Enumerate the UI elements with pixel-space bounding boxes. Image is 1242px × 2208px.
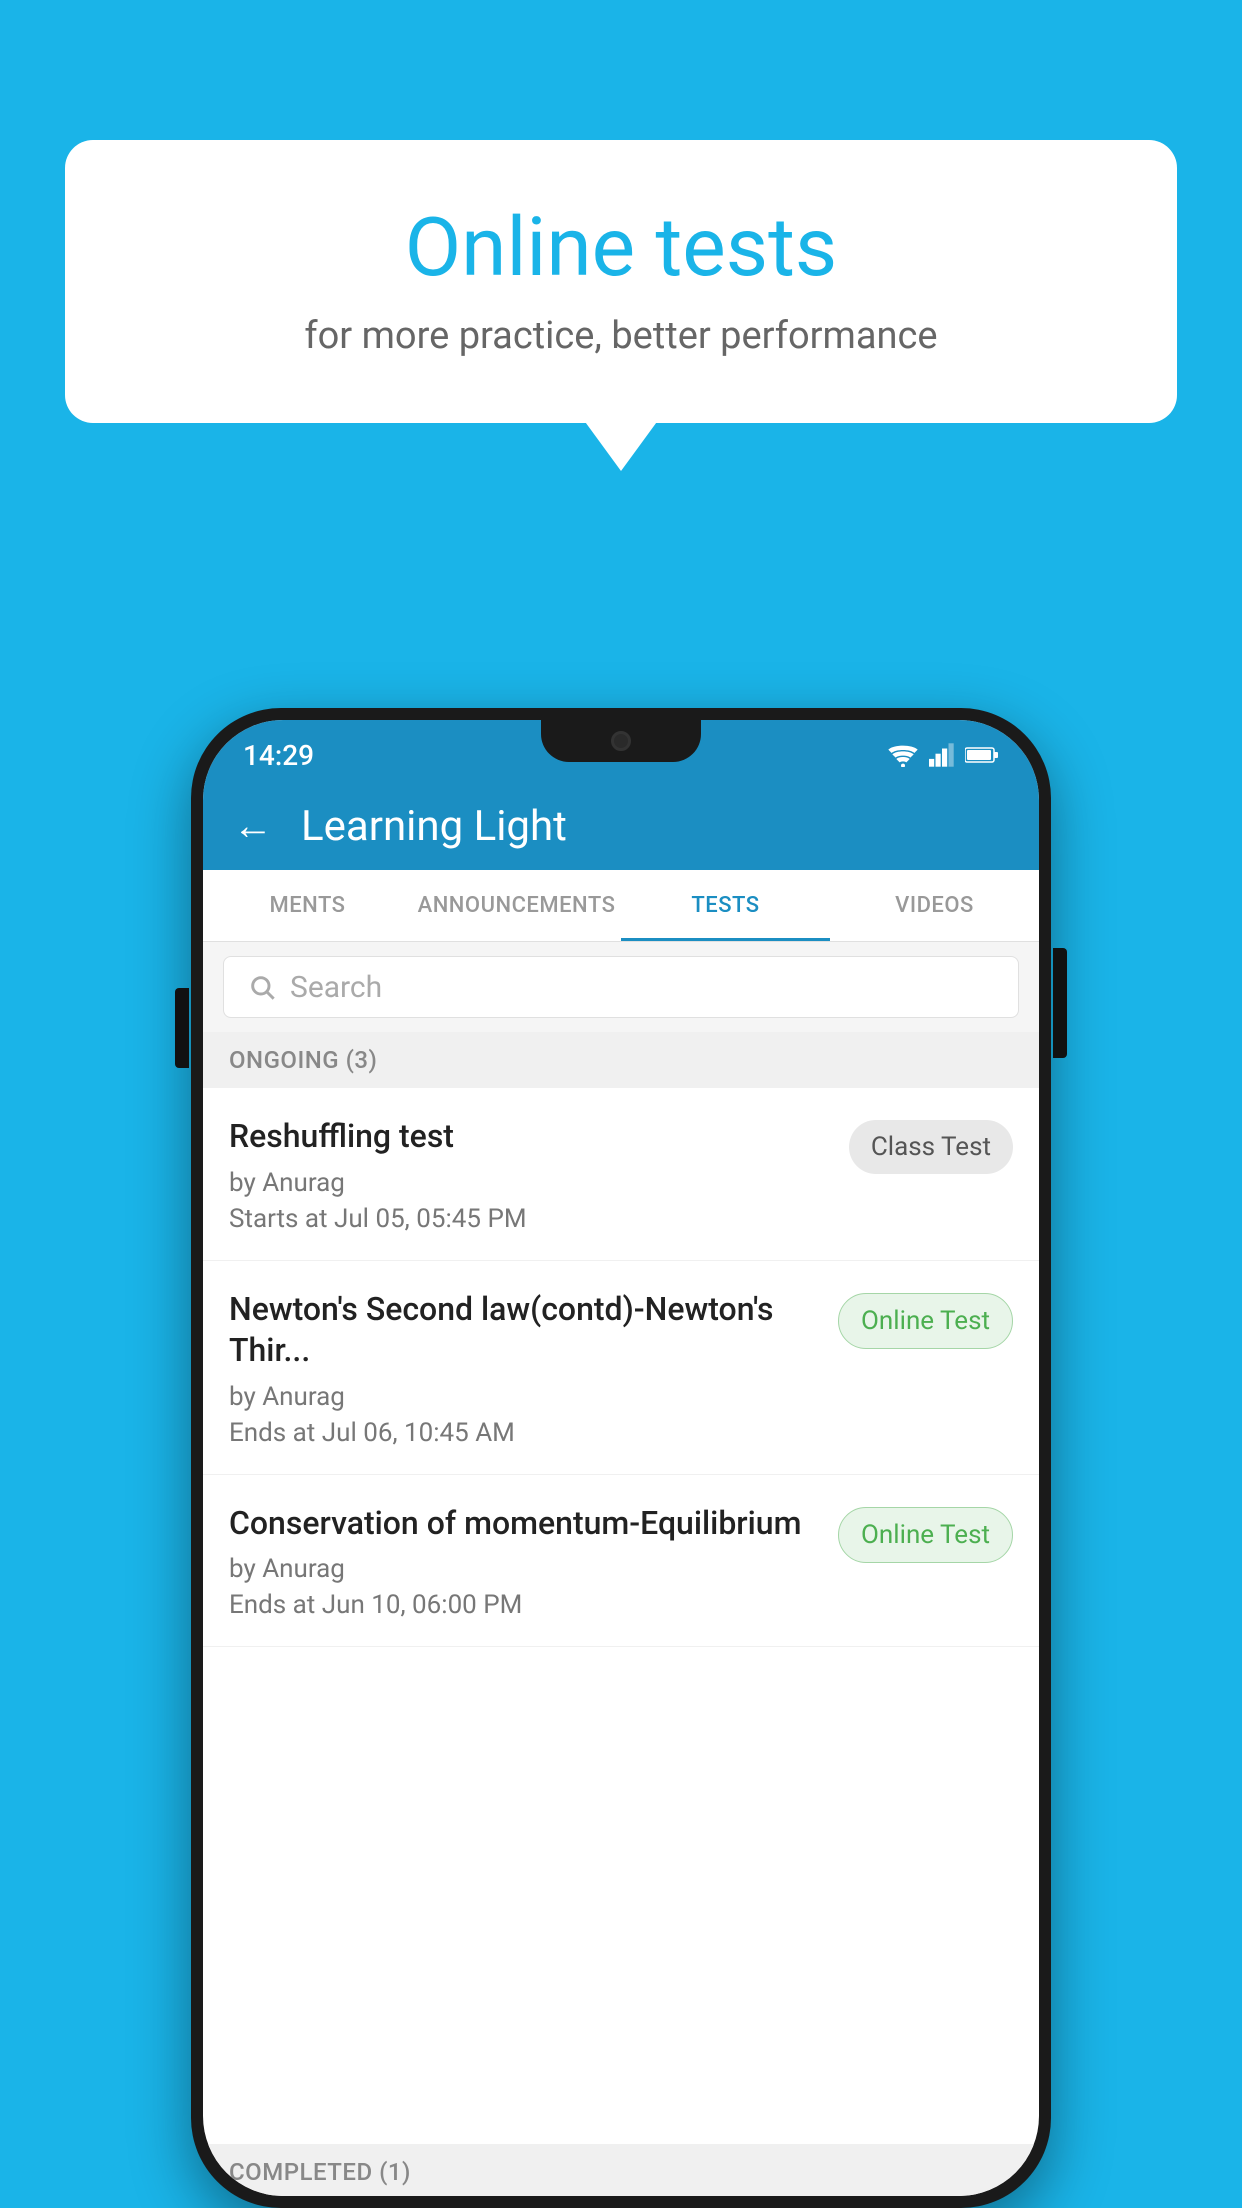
test-list: Reshuffling test by Anurag Starts at Jul… (203, 1088, 1039, 1647)
section-completed-title: COMPLETED (1) (229, 2158, 411, 2186)
phone-frame: 14:29 (191, 708, 1051, 2208)
speech-bubble: Online tests for more practice, better p… (65, 140, 1177, 423)
test-time-2: Ends at Jul 06, 10:45 AM (229, 1418, 818, 1448)
section-ongoing-header: ONGOING (3) (203, 1032, 1039, 1088)
test-info-1: Reshuffling test by Anurag Starts at Jul… (229, 1116, 849, 1234)
badge-online-test-2: Online Test (838, 1293, 1013, 1349)
battery-icon (965, 745, 999, 765)
test-name-2: Newton's Second law(contd)-Newton's Thir… (229, 1289, 818, 1372)
test-item-2[interactable]: Newton's Second law(contd)-Newton's Thir… (203, 1261, 1039, 1475)
test-info-3: Conservation of momentum-Equilibrium by … (229, 1503, 838, 1621)
tabs-bar: MENTS ANNOUNCEMENTS TESTS VIDEOS (203, 870, 1039, 942)
test-name-1: Reshuffling test (229, 1116, 829, 1158)
app-title: Learning Light (301, 802, 567, 851)
search-bar[interactable]: Search (223, 956, 1019, 1018)
tab-videos[interactable]: VIDEOS (830, 870, 1039, 941)
search-icon (248, 973, 276, 1001)
bubble-title: Online tests (145, 200, 1097, 296)
test-by-3: by Anurag (229, 1554, 818, 1584)
test-time-3: Ends at Jun 10, 06:00 PM (229, 1590, 818, 1620)
section-ongoing-title: ONGOING (3) (229, 1046, 377, 1074)
search-placeholder: Search (290, 970, 382, 1005)
test-item-3[interactable]: Conservation of momentum-Equilibrium by … (203, 1475, 1039, 1648)
bubble-subtitle: for more practice, better performance (145, 314, 1097, 358)
speech-bubble-container: Online tests for more practice, better p… (65, 140, 1177, 423)
tab-ments[interactable]: MENTS (203, 870, 412, 941)
test-name-3: Conservation of momentum-Equilibrium (229, 1503, 818, 1545)
test-info-2: Newton's Second law(contd)-Newton's Thir… (229, 1289, 838, 1448)
tab-announcements[interactable]: ANNOUNCEMENTS (412, 870, 621, 941)
test-by-1: by Anurag (229, 1168, 829, 1198)
test-by-2: by Anurag (229, 1382, 818, 1412)
wifi-icon (887, 743, 919, 767)
phone-inner: 14:29 (203, 720, 1039, 2196)
status-icons (887, 743, 999, 767)
phone-notch (541, 720, 701, 762)
phone-outer: 14:29 (191, 708, 1051, 2208)
section-completed-header: COMPLETED (1) (203, 2144, 1039, 2196)
tab-tests[interactable]: TESTS (621, 870, 830, 941)
test-item-1[interactable]: Reshuffling test by Anurag Starts at Jul… (203, 1088, 1039, 1261)
test-time-1: Starts at Jul 05, 05:45 PM (229, 1204, 829, 1234)
status-time: 14:29 (243, 739, 314, 772)
search-container: Search (203, 942, 1039, 1032)
badge-class-test-1: Class Test (849, 1120, 1013, 1174)
badge-online-test-3: Online Test (838, 1507, 1013, 1563)
app-header: ← Learning Light (203, 782, 1039, 870)
signal-icon (929, 743, 955, 767)
back-button[interactable]: ← (233, 806, 273, 846)
front-camera (611, 731, 631, 751)
